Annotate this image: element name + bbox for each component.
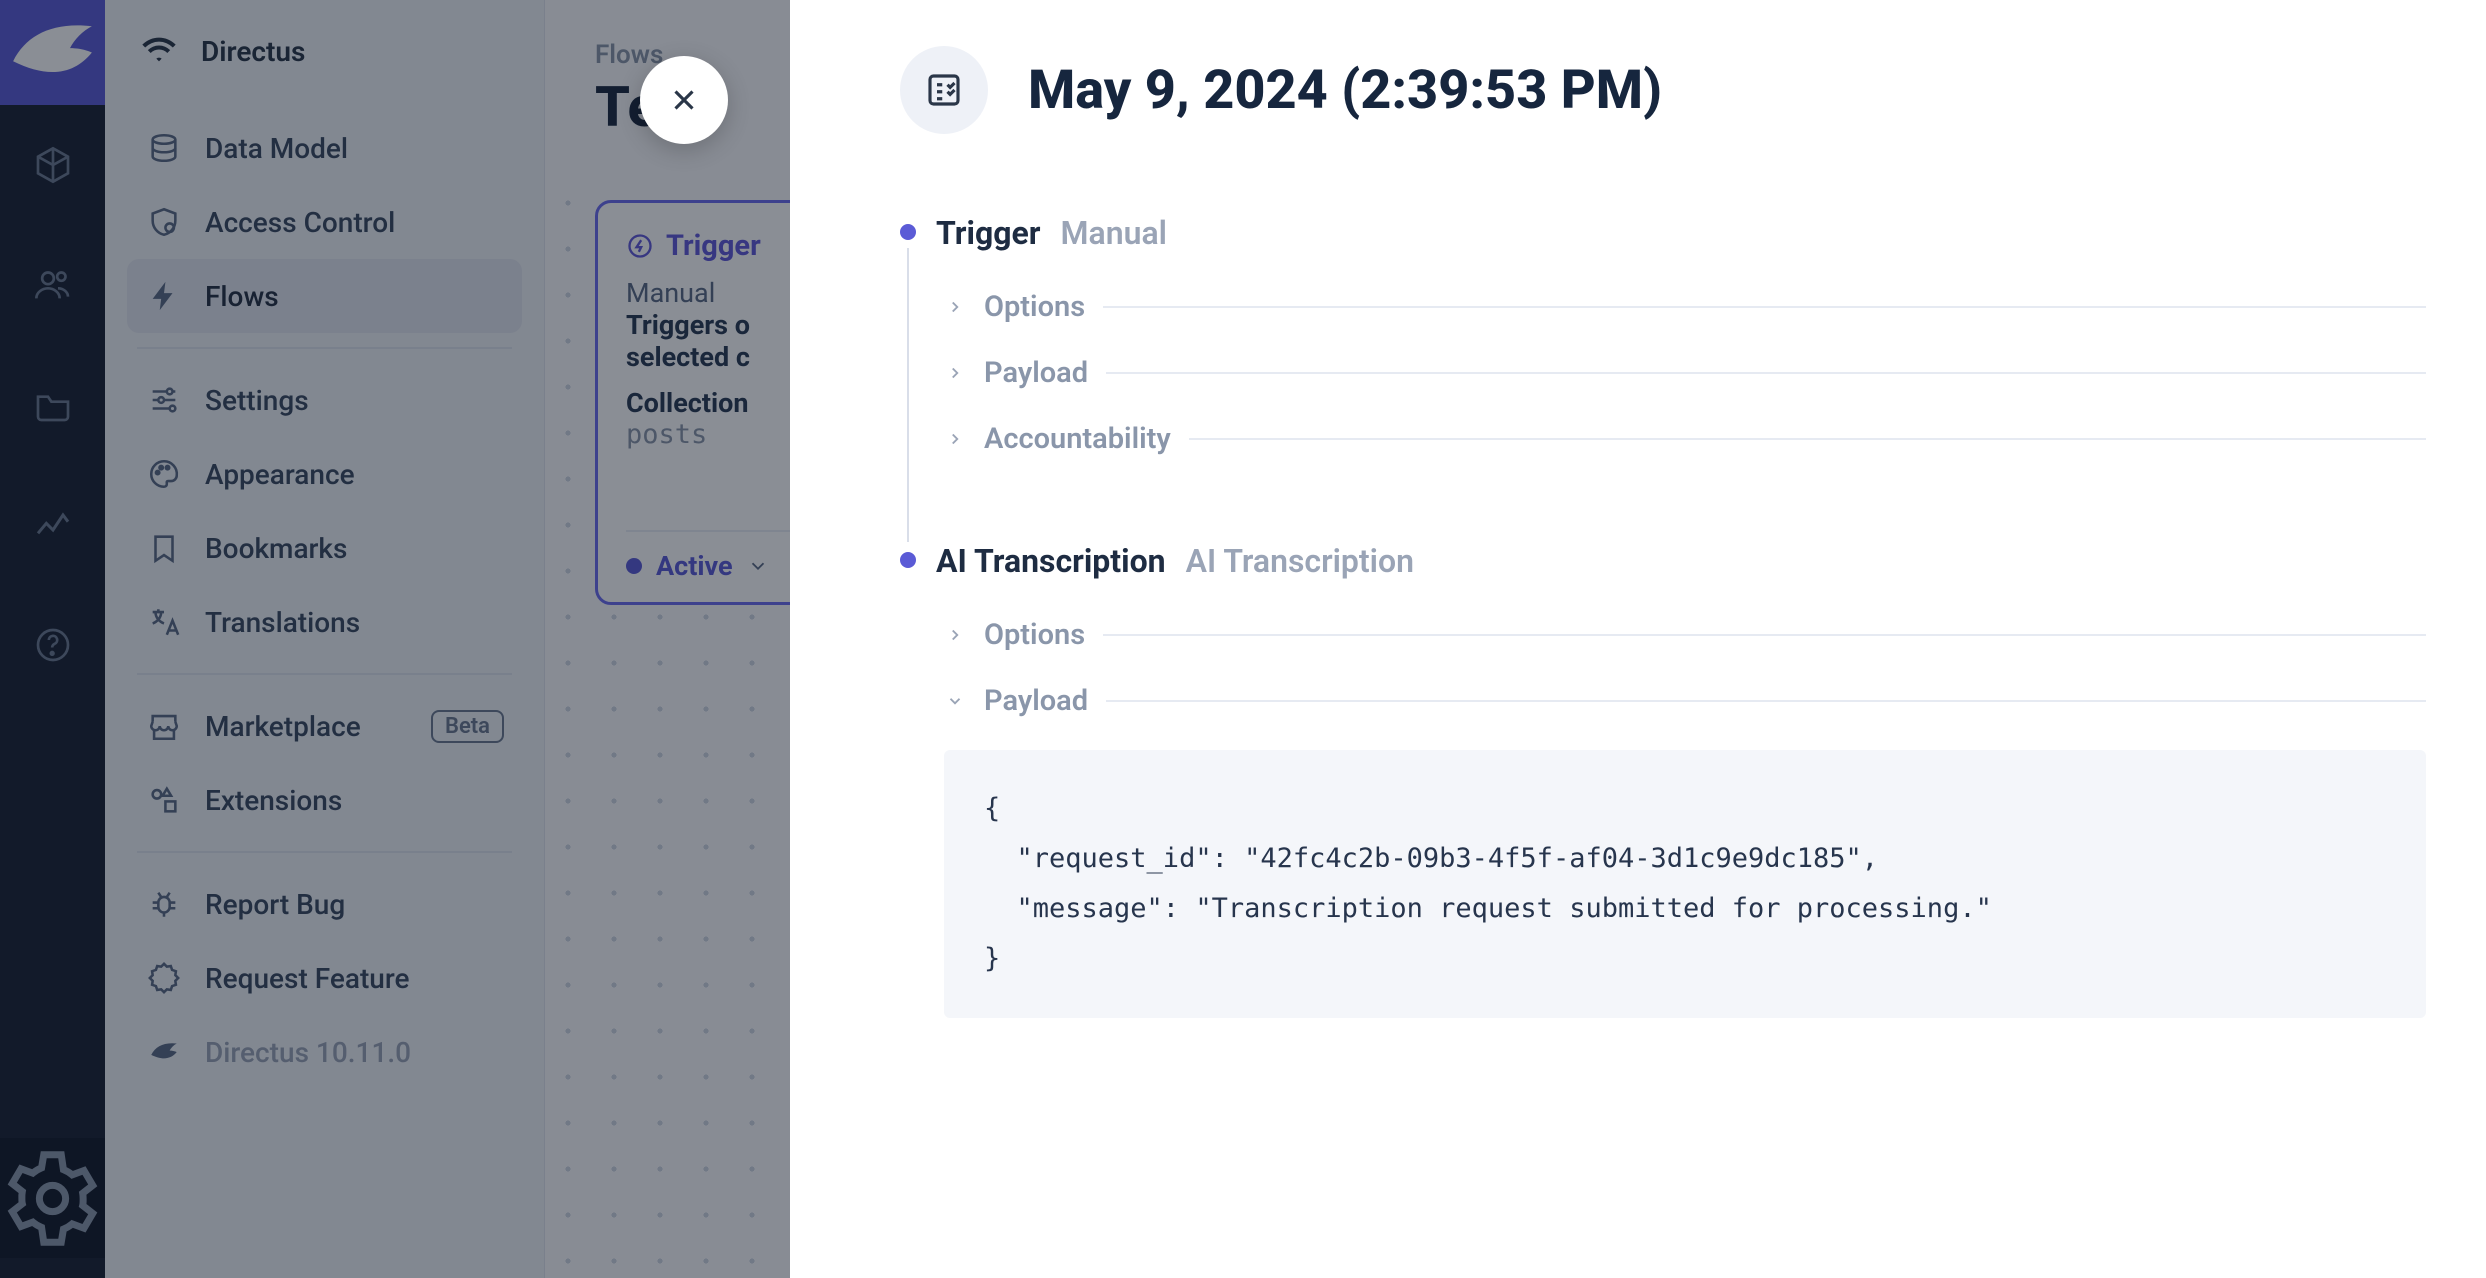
close-button[interactable] bbox=[640, 56, 728, 144]
divider bbox=[1106, 700, 2426, 702]
step-sub-payload[interactable]: Payload bbox=[944, 668, 2426, 734]
timeline-step: AI Transcription AI Transcription Option… bbox=[900, 542, 2426, 1018]
checklist-icon bbox=[900, 46, 988, 134]
step-sub-payload[interactable]: Payload bbox=[944, 340, 2426, 406]
step-name: AI Transcription bbox=[936, 542, 1166, 580]
chevron-down-icon bbox=[944, 690, 966, 712]
chevron-right-icon bbox=[944, 362, 966, 384]
chevron-right-icon bbox=[944, 428, 966, 450]
divider bbox=[1103, 634, 2426, 636]
timeline: Trigger Manual Options Payload bbox=[900, 214, 2426, 1018]
payload-code: { "request_id": "42fc4c2b-09b3-4f5f-af04… bbox=[944, 750, 2426, 1018]
step-type: AI Transcription bbox=[1186, 542, 1414, 580]
drawer-title: May 9, 2024 (2:39:53 PM) bbox=[1028, 59, 1662, 122]
step-sub-options[interactable]: Options bbox=[944, 274, 2426, 340]
step-dot-icon bbox=[900, 552, 916, 568]
chevron-right-icon bbox=[944, 624, 966, 646]
divider bbox=[1189, 438, 2426, 440]
timeline-step: Trigger Manual Options Payload bbox=[900, 214, 2426, 472]
step-sub-options[interactable]: Options bbox=[944, 602, 2426, 668]
divider bbox=[1103, 306, 2426, 308]
chevron-right-icon bbox=[944, 296, 966, 318]
divider bbox=[1106, 372, 2426, 374]
step-type: Manual bbox=[1061, 214, 1167, 252]
step-name: Trigger bbox=[936, 214, 1041, 252]
step-dot-icon bbox=[900, 224, 916, 240]
log-drawer: May 9, 2024 (2:39:53 PM) Trigger Manual … bbox=[790, 0, 2486, 1278]
step-sub-accountability[interactable]: Accountability bbox=[944, 406, 2426, 472]
